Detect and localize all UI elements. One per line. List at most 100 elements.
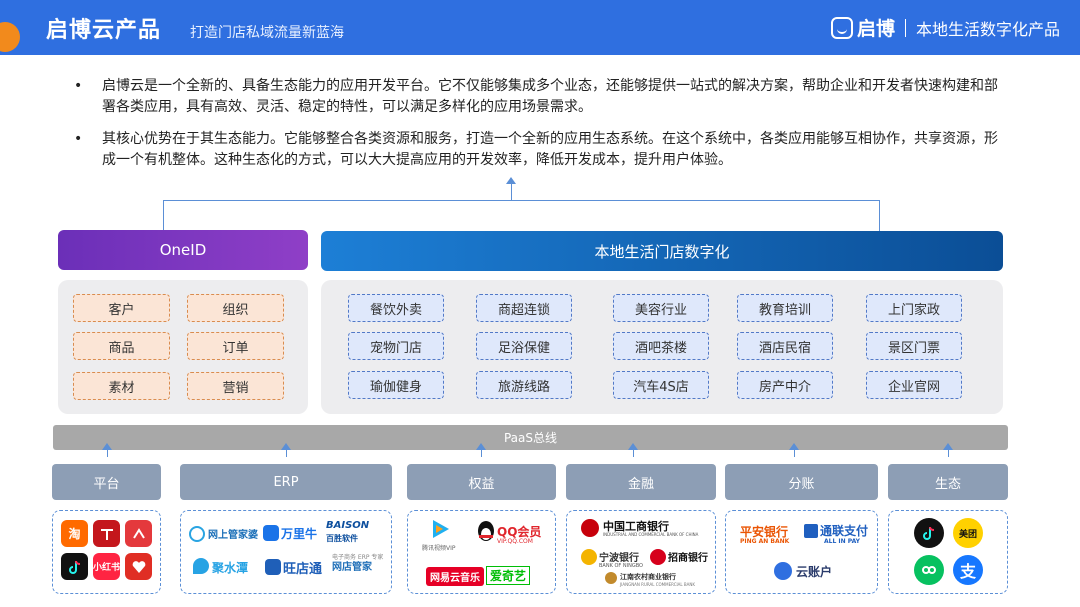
bullet-item: • 启博云是一个全新的、具备生态能力的应用开发平台。它不仅能够集成多个业态，还能… xyxy=(70,76,1000,118)
connector-line xyxy=(163,200,879,201)
meituan-icon: 美团 xyxy=(953,518,983,548)
icbc-english-name: INDUSTRIAL AND COMMERCIAL BANK OF CHINA xyxy=(603,532,699,537)
bullet-text: 启博云是一个全新的、具备生态能力的应用开发平台。它不仅能够集成多个业态，还能够提… xyxy=(102,78,998,115)
jushuitan-name: 聚水潭 xyxy=(212,561,249,575)
category-eco: 生态 xyxy=(888,464,1008,500)
industry-tag: 足浴保健 xyxy=(476,332,572,360)
rights-logos: 腾讯视频VIP QQ会员 VIP.QQ.COM 网易云音乐 爱奇艺 xyxy=(407,510,556,594)
wanliniu-icon xyxy=(263,525,279,541)
jiangnan-bank-name: 江南农村商业银行 xyxy=(620,573,676,581)
industry-tag: 旅游线路 xyxy=(476,371,572,399)
bullet-mark: • xyxy=(74,131,83,147)
jushuitan-icon xyxy=(193,558,209,574)
oneid-tag: 订单 xyxy=(187,332,284,360)
erp-logos: 网上管家婆 万里牛 BAISON 百胜软件 聚水潭 旺店通 网店管家 电子商务 … xyxy=(180,510,392,594)
finance-logos: 中国工商银行 INDUSTRIAL AND COMMERCIAL BANK OF… xyxy=(566,510,716,594)
douyin-icon xyxy=(914,518,944,548)
industry-tag: 酒店民宿 xyxy=(737,332,833,360)
wangdiantong-icon xyxy=(265,559,281,575)
oneid-header: OneID xyxy=(58,230,308,270)
industry-tag: 上门家政 xyxy=(866,294,962,322)
page-title: 启博云产品 xyxy=(46,18,162,43)
yunzhanghu-icon xyxy=(774,562,792,580)
cmb-icon xyxy=(650,549,666,565)
local-digital-header: 本地生活门店数字化 xyxy=(321,231,1003,271)
oneid-tag: 组织 xyxy=(187,294,284,322)
douyin-icon xyxy=(61,553,88,580)
jd-icon xyxy=(125,520,152,547)
bullet-item: • 其核心优势在于其生态能力。它能够整合各类资源和服务，打造一个全新的应用生态系… xyxy=(70,129,1000,171)
industry-tag: 教育培训 xyxy=(737,294,833,322)
connector-line xyxy=(481,449,482,457)
pingan-bank-english-name: PING AN BANK xyxy=(740,538,790,545)
xiaohongshu-icon: 小红书 xyxy=(93,553,120,580)
industry-tag: 企业官网 xyxy=(866,371,962,399)
baison-subtitle: 百胜软件 xyxy=(326,534,358,543)
cmb-name: 招商银行 xyxy=(668,553,708,564)
category-erp: ERP xyxy=(180,464,392,500)
connector-line xyxy=(511,183,512,200)
header-bar: 启博云产品 打造门店私域流量新蓝海 启博 本地生活数字化产品 xyxy=(0,0,1080,55)
brand-separator xyxy=(904,18,906,37)
connector-line xyxy=(163,200,164,230)
qq-penguin-icon xyxy=(475,519,497,543)
page-subtitle: 打造门店私域流量新蓝海 xyxy=(190,25,344,41)
guanjiapo-icon xyxy=(189,526,205,542)
platform-logos: 淘 小红书 xyxy=(52,510,161,594)
tencent-video-icon xyxy=(428,517,452,541)
brand-logo-icon xyxy=(830,16,853,39)
jiangnan-bank-english-name: JIANGNAN RURAL COMMERCIAL BANK xyxy=(620,582,695,587)
qq-member-url: VIP.QQ.COM xyxy=(497,538,533,545)
allinpay-name: 通联支付 xyxy=(820,524,869,538)
connector-line xyxy=(794,449,795,457)
decorative-dot xyxy=(0,22,20,52)
category-platform: 平台 xyxy=(52,464,161,500)
allinpay-icon xyxy=(804,524,818,538)
wangdiantong-name: 旺店通 xyxy=(283,562,323,577)
connector-line xyxy=(879,200,880,231)
arrow-up-icon xyxy=(506,177,516,184)
bullet-text: 其核心优势在于其生态能力。它能够整合各类资源和服务，打造一个全新的应用生态系统。… xyxy=(102,131,998,168)
guanjiapo-name: 网上管家婆 xyxy=(208,530,258,541)
ningbo-bank-english-name: BANK OF NINGBO xyxy=(599,563,643,569)
connector-line xyxy=(948,449,949,457)
local-industries-panel: 餐饮外卖 商超连锁 美容行业 教育培训 上门家政 宠物门店 足浴保健 酒吧茶楼 … xyxy=(321,280,1003,414)
pinduoduo-icon xyxy=(125,553,152,580)
industry-tag: 商超连锁 xyxy=(476,294,572,322)
wangdianguanjia-slogan: 电子商务 ERP 专家 xyxy=(332,554,384,561)
allinpay-english-name: ALL IN PAY xyxy=(824,538,860,545)
ningbo-bank-icon xyxy=(581,549,597,565)
industry-tag: 宠物门店 xyxy=(348,332,444,360)
bullet-mark: • xyxy=(74,78,83,94)
category-finance: 金融 xyxy=(566,464,716,500)
connector-line xyxy=(286,449,287,457)
brand: 启博 本地生活数字化产品 xyxy=(830,14,1060,41)
industry-tag: 景区门票 xyxy=(866,332,962,360)
paas-bus: PaaS总线 xyxy=(53,425,1008,450)
icbc-icon xyxy=(581,519,599,537)
connector-line xyxy=(107,449,108,457)
jiangnan-bank-icon xyxy=(605,572,617,584)
connector-line xyxy=(633,449,634,457)
iqiyi-name: 爱奇艺 xyxy=(486,566,531,585)
oneid-tag: 营销 xyxy=(187,372,284,400)
industry-tag: 汽车4S店 xyxy=(613,371,709,399)
netease-music-name: 网易云音乐 xyxy=(426,567,484,586)
brand-tagline: 本地生活数字化产品 xyxy=(915,19,1060,39)
split-logos: 平安银行 PING AN BANK 通联支付 ALL IN PAY 云账户 xyxy=(725,510,878,594)
ningbo-bank-name: 宁波银行 xyxy=(599,553,639,564)
tencent-video-name: 腾讯视频VIP xyxy=(422,545,456,552)
industry-tag: 餐饮外卖 xyxy=(348,294,444,322)
industry-tag: 房产中介 xyxy=(737,371,833,399)
wanliniu-name: 万里牛 xyxy=(281,527,318,541)
alipay-icon: 支 xyxy=(953,555,983,585)
baison-name: BAISON xyxy=(326,520,370,531)
intro-bullets: • 启博云是一个全新的、具备生态能力的应用开发平台。它不仅能够集成多个业态，还能… xyxy=(70,76,1000,182)
industry-tag: 酒吧茶楼 xyxy=(613,332,709,360)
oneid-tag: 素材 xyxy=(73,372,170,400)
category-rights: 权益 xyxy=(407,464,556,500)
tmall-icon xyxy=(93,520,120,547)
industry-tag: 瑜伽健身 xyxy=(348,371,444,399)
brand-name: 启博 xyxy=(856,18,895,40)
yunzhanghu-name: 云账户 xyxy=(796,565,833,579)
